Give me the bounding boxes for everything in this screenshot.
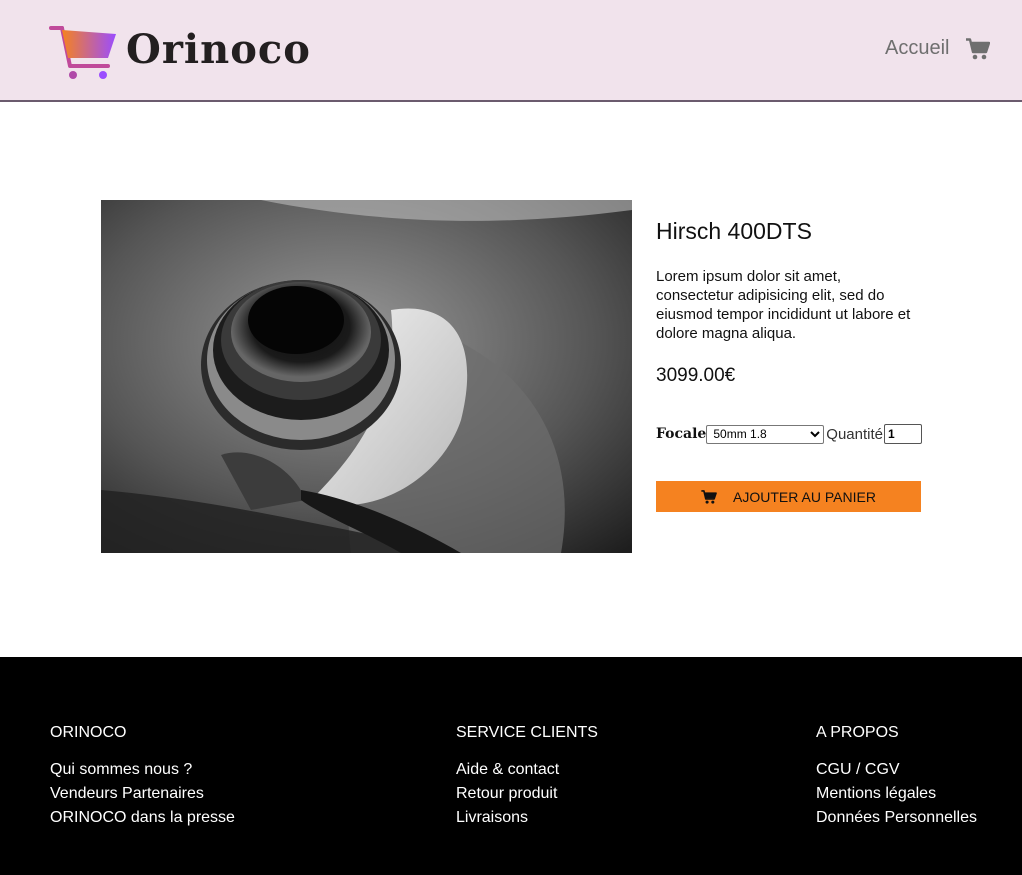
cart-icon	[701, 489, 717, 504]
footer-link[interactable]: Données Personnelles	[816, 806, 977, 830]
product-name: Hirsch 400DTS	[656, 218, 812, 244]
add-to-cart-label: AJOUTER AU PANIER	[733, 488, 876, 505]
footer-link[interactable]: Aide & contact	[456, 758, 598, 782]
product-price: 3099.00€	[656, 365, 736, 386]
logo-link[interactable]: Orinoco	[48, 24, 310, 82]
product-description: Lorem ipsum dolor sit amet, consectetur …	[656, 268, 911, 342]
footer-link[interactable]: CGU / CGV	[816, 758, 977, 782]
focale-label: Focale	[656, 426, 707, 442]
footer-link[interactable]: Vendeurs Partenaires	[50, 782, 235, 806]
site-footer: ORINOCO Qui sommes nous ? Vendeurs Parte…	[0, 657, 1022, 875]
footer-column-service-clients: SERVICE CLIENTS Aide & contact Retour pr…	[456, 724, 598, 830]
add-to-cart-button[interactable]: AJOUTER AU PANIER	[656, 481, 921, 512]
focale-select[interactable]: 50mm 1.8	[706, 424, 825, 444]
footer-column-a-propos: A PROPOS CGU / CGV Mentions légales Donn…	[816, 724, 977, 830]
site-header: Orinoco Accueil	[0, 0, 1022, 102]
cart-icon[interactable]	[966, 38, 990, 60]
quantity-label: Quantité	[826, 425, 883, 443]
options-row: Focale 50mm 1.8 Quantité	[656, 423, 922, 445]
footer-column-orinoco: ORINOCO Qui sommes nous ? Vendeurs Parte…	[50, 724, 235, 830]
footer-link[interactable]: Retour produit	[456, 782, 598, 806]
camera-photo	[101, 200, 632, 553]
product-image	[101, 200, 632, 553]
footer-link[interactable]: Mentions légales	[816, 782, 977, 806]
product-info: Hirsch 400DTS Lorem ipsum dolor sit amet…	[656, 218, 922, 512]
nav-home-link[interactable]: Accueil	[885, 37, 949, 60]
footer-heading: SERVICE CLIENTS	[456, 724, 598, 741]
footer-link[interactable]: Qui sommes nous ?	[50, 758, 235, 782]
footer-link[interactable]: ORINOCO dans la presse	[50, 806, 235, 830]
quantity-input[interactable]	[884, 424, 922, 444]
footer-heading: ORINOCO	[50, 724, 127, 741]
logo-text: Orinoco	[126, 26, 311, 73]
footer-link[interactable]: Livraisons	[456, 806, 598, 830]
shopping-cart-logo-icon	[49, 26, 116, 79]
footer-heading: A PROPOS	[816, 724, 899, 741]
